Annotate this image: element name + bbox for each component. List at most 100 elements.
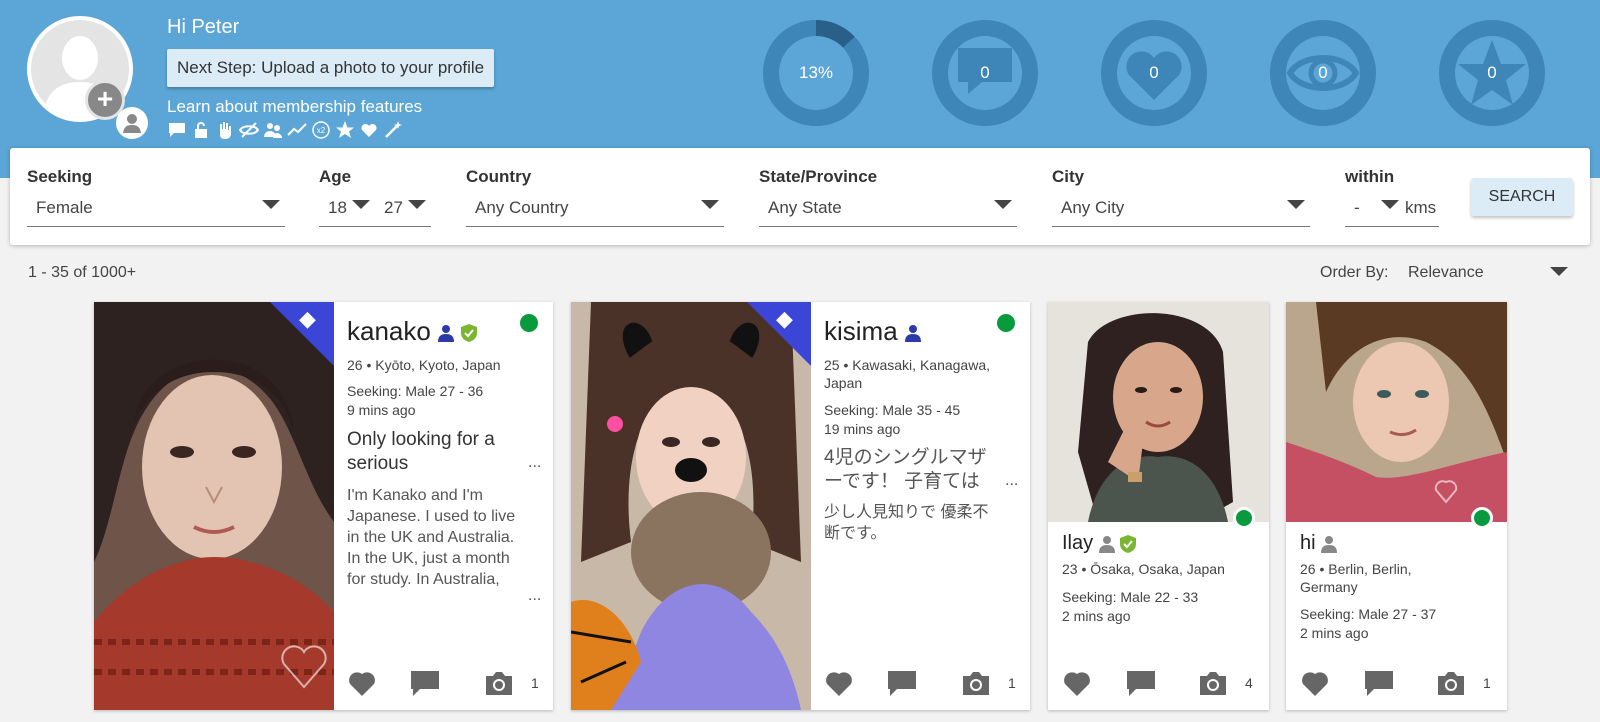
- camera-icon[interactable]: [961, 670, 991, 696]
- results-count: 1 - 35 of 1000+: [28, 264, 137, 281]
- search-bar: Seeking Female Age 18 27 Country Any Cou…: [10, 148, 1590, 245]
- profile-photo[interactable]: [1048, 302, 1269, 522]
- chevron-down-icon[interactable]: [262, 200, 280, 209]
- camera-icon[interactable]: [1198, 670, 1228, 696]
- diamond-icon: ◆: [299, 306, 316, 331]
- within-label: within: [1345, 167, 1395, 186]
- profile-card[interactable]: ◆ kisima 25 • Kawasaki, Kanagawa, Japan …: [571, 302, 1030, 710]
- user-icon: [904, 325, 921, 343]
- profile-seeking: Seeking: Male 22 - 33: [1062, 589, 1199, 605]
- age-label: Age: [319, 167, 352, 186]
- hand-icon[interactable]: [215, 120, 235, 140]
- profile-name-text[interactable]: kanako: [347, 316, 431, 346]
- user-icon: [1098, 535, 1115, 553]
- x2-icon[interactable]: x2: [311, 120, 331, 140]
- message-icon[interactable]: [1364, 669, 1394, 697]
- magic-wand-icon[interactable]: [383, 120, 403, 140]
- profile-active-time: 19 mins ago: [824, 421, 901, 437]
- profile-card[interactable]: hi 26 • Berlin, Berlin, Germany Seeking:…: [1286, 302, 1507, 710]
- order-by-select[interactable]: Relevance: [1408, 264, 1484, 282]
- membership-link[interactable]: Learn about membership features: [167, 97, 422, 117]
- like-heart-icon[interactable]: [824, 669, 854, 697]
- photo-count: 1: [1008, 675, 1016, 691]
- profile-completion-stat[interactable]: 13%: [763, 20, 869, 126]
- like-heart-icon[interactable]: [1062, 669, 1092, 697]
- profile-location: 23 • Ōsaka, Osaka, Japan: [1062, 561, 1225, 577]
- profile-card[interactable]: Ilay 23 • Ōsaka, Osaka, Japan Seeking: M…: [1048, 302, 1269, 710]
- messages-count: 0: [980, 63, 990, 82]
- profile-headline[interactable]: Only looking for a serious: [347, 428, 527, 476]
- profile-description[interactable]: I'm Kanako and I'm Japanese. I used to l…: [347, 485, 527, 591]
- order-by-label: Order By:: [1320, 264, 1389, 281]
- profile-name[interactable]: kanako: [347, 316, 478, 347]
- chevron-down-icon[interactable]: [408, 200, 426, 209]
- message-icon[interactable]: [1126, 669, 1156, 697]
- profile-headline[interactable]: 4児のシングルマザーです！ 子育ては: [824, 446, 1004, 494]
- chevron-down-icon[interactable]: [1381, 200, 1399, 209]
- chat-icon[interactable]: [167, 120, 187, 140]
- hide-icon[interactable]: [238, 120, 260, 140]
- trend-icon[interactable]: [287, 120, 307, 140]
- like-heart-icon[interactable]: [1300, 669, 1330, 697]
- distance-unit: kms: [1405, 198, 1437, 217]
- profile-location: 26 • Kyōto, Kyoto, Japan: [347, 357, 501, 373]
- verified-shield-icon: [1120, 534, 1137, 553]
- profile-name-text[interactable]: hi: [1300, 532, 1316, 554]
- online-indicator: [1471, 507, 1493, 529]
- seeking-label: Seeking: [27, 167, 93, 186]
- avatar[interactable]: +: [27, 16, 148, 139]
- profile-name-text[interactable]: Ilay: [1062, 532, 1093, 554]
- online-indicator: [1233, 507, 1255, 529]
- profile-seeking: Seeking: Male 35 - 45: [824, 402, 961, 418]
- users-icon[interactable]: [263, 120, 283, 140]
- chevron-down-icon[interactable]: [352, 200, 370, 209]
- profile-description[interactable]: 少し人見知りで 優柔不断です。: [824, 502, 1004, 546]
- profile-card[interactable]: ◆ kanako 26 • Kyōto, Kyoto, Japan Seekin…: [94, 302, 553, 710]
- profile-active-time: 2 mins ago: [1062, 608, 1131, 624]
- online-indicator: [997, 314, 1015, 332]
- profile-name[interactable]: kisima: [824, 316, 921, 347]
- city-select[interactable]: Any City: [1052, 191, 1310, 227]
- unlock-icon[interactable]: [191, 120, 211, 140]
- more-indicator: ...: [528, 587, 542, 604]
- profile-location: 26 • Berlin, Berlin, Germany: [1300, 561, 1412, 595]
- hearts-icon[interactable]: [359, 120, 379, 140]
- chevron-down-icon[interactable]: [1550, 267, 1568, 276]
- chevron-down-icon[interactable]: [701, 200, 719, 209]
- profile-name-text[interactable]: kisima: [824, 316, 898, 346]
- camera-icon[interactable]: [484, 670, 514, 696]
- profile-active-time: 9 mins ago: [347, 402, 416, 418]
- search-button[interactable]: SEARCH: [1471, 178, 1573, 216]
- message-icon[interactable]: [410, 669, 440, 697]
- favorites-stat[interactable]: 0: [1439, 20, 1545, 126]
- feature-icons[interactable]: x2: [167, 120, 403, 140]
- verified-shield-icon: [461, 324, 478, 343]
- message-icon[interactable]: [887, 669, 917, 697]
- state-label: State/Province: [759, 167, 878, 186]
- likes-count: 0: [1149, 63, 1159, 82]
- chevron-down-icon[interactable]: [994, 200, 1012, 209]
- profile-name[interactable]: Ilay: [1062, 532, 1137, 555]
- views-count: 0: [1318, 63, 1328, 82]
- messages-stat[interactable]: 0: [932, 20, 1038, 126]
- chevron-down-icon[interactable]: [1287, 200, 1305, 209]
- age-max-select[interactable]: 27: [375, 191, 403, 227]
- profile-photo[interactable]: [1286, 302, 1507, 522]
- seeking-select[interactable]: Female: [27, 191, 285, 227]
- like-heart-icon[interactable]: [347, 669, 377, 697]
- star-icon[interactable]: [335, 120, 355, 140]
- greeting: Hi Peter: [167, 16, 240, 38]
- next-step-button[interactable]: Next Step: Upload a photo to your profil…: [167, 49, 495, 87]
- user-icon: [438, 325, 455, 343]
- age-min-select[interactable]: 18: [319, 191, 347, 227]
- views-stat[interactable]: 0: [1270, 20, 1376, 126]
- more-indicator: ...: [528, 454, 542, 471]
- country-label: Country: [466, 167, 532, 186]
- likes-stat[interactable]: 0: [1101, 20, 1207, 126]
- profile-name[interactable]: hi: [1300, 532, 1338, 555]
- completion-value: 13%: [798, 63, 834, 82]
- state-select[interactable]: Any State: [759, 191, 1017, 227]
- camera-icon[interactable]: [1436, 670, 1466, 696]
- country-select[interactable]: Any Country: [466, 191, 724, 227]
- photo-count: 1: [531, 675, 539, 691]
